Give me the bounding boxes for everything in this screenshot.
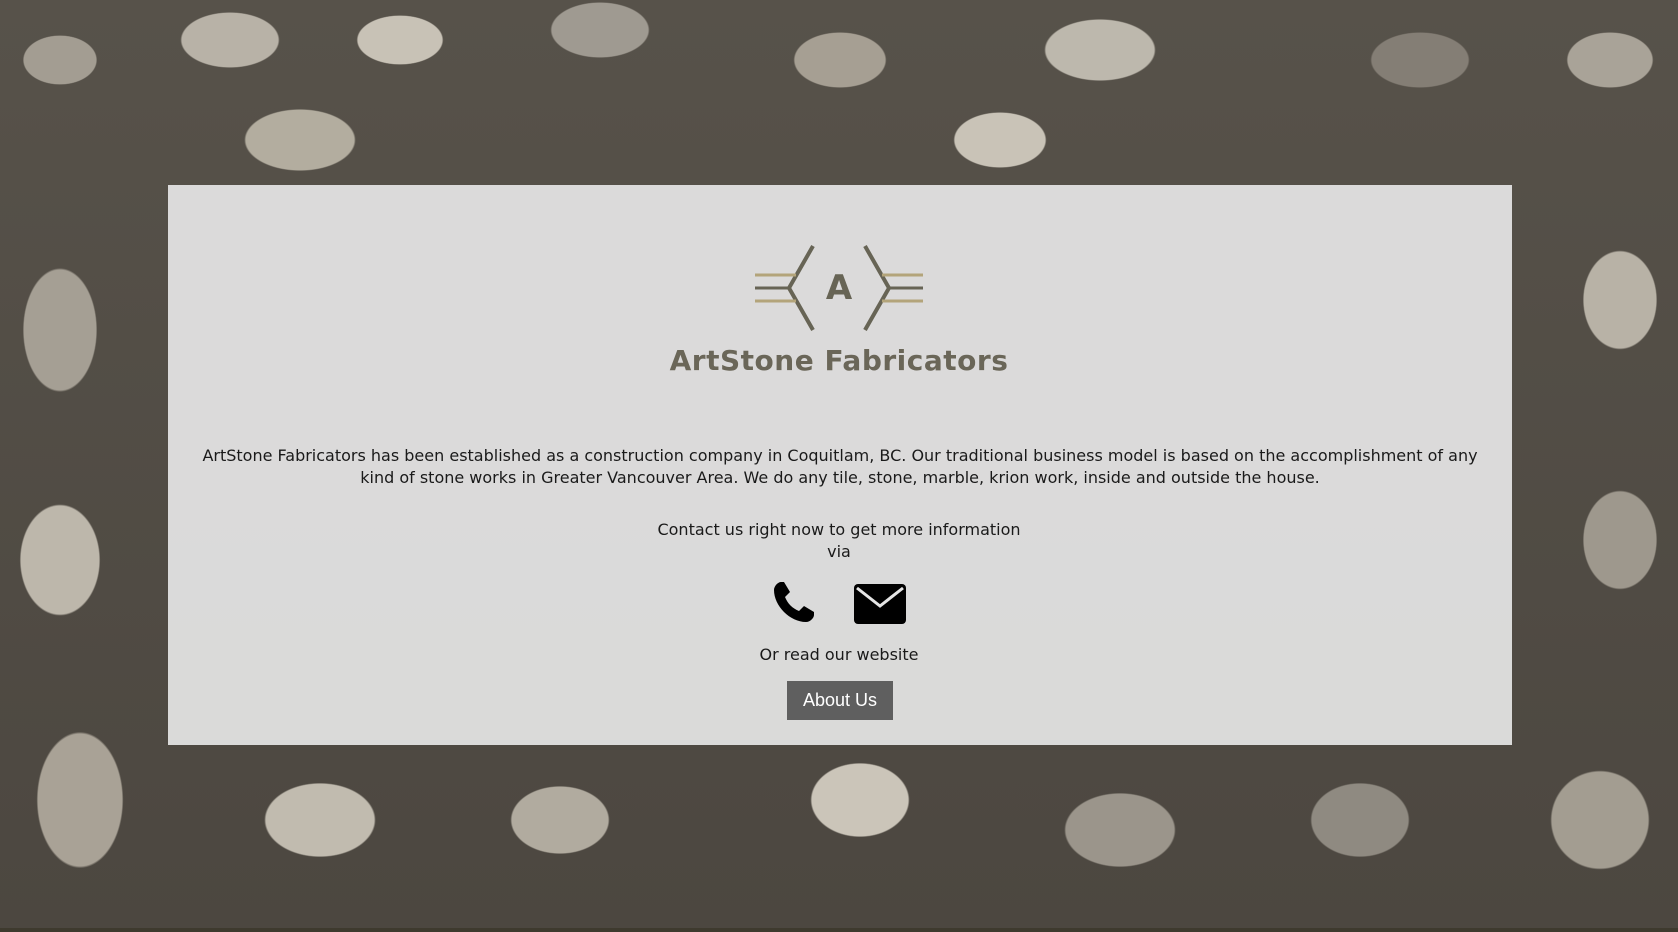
- phone-icon[interactable]: [772, 580, 816, 624]
- logo-icon: A: [755, 245, 923, 331]
- brand-name: ArtStone Fabricators: [669, 344, 1009, 377]
- contact-line-2: via: [827, 542, 851, 561]
- bottom-bar: [0, 928, 1678, 932]
- contact-line-1: Contact us right now to get more informa…: [657, 520, 1021, 539]
- read-website-text: Or read our website: [759, 645, 919, 664]
- contact-text: Contact us right now to get more informa…: [620, 519, 1058, 563]
- logo-letter: A: [826, 268, 853, 308]
- company-description: ArtStone Fabricators has been establishe…: [202, 446, 1478, 487]
- about-us-button[interactable]: About Us: [787, 681, 893, 720]
- envelope-icon[interactable]: [854, 584, 906, 624]
- contact-icons: [760, 578, 930, 628]
